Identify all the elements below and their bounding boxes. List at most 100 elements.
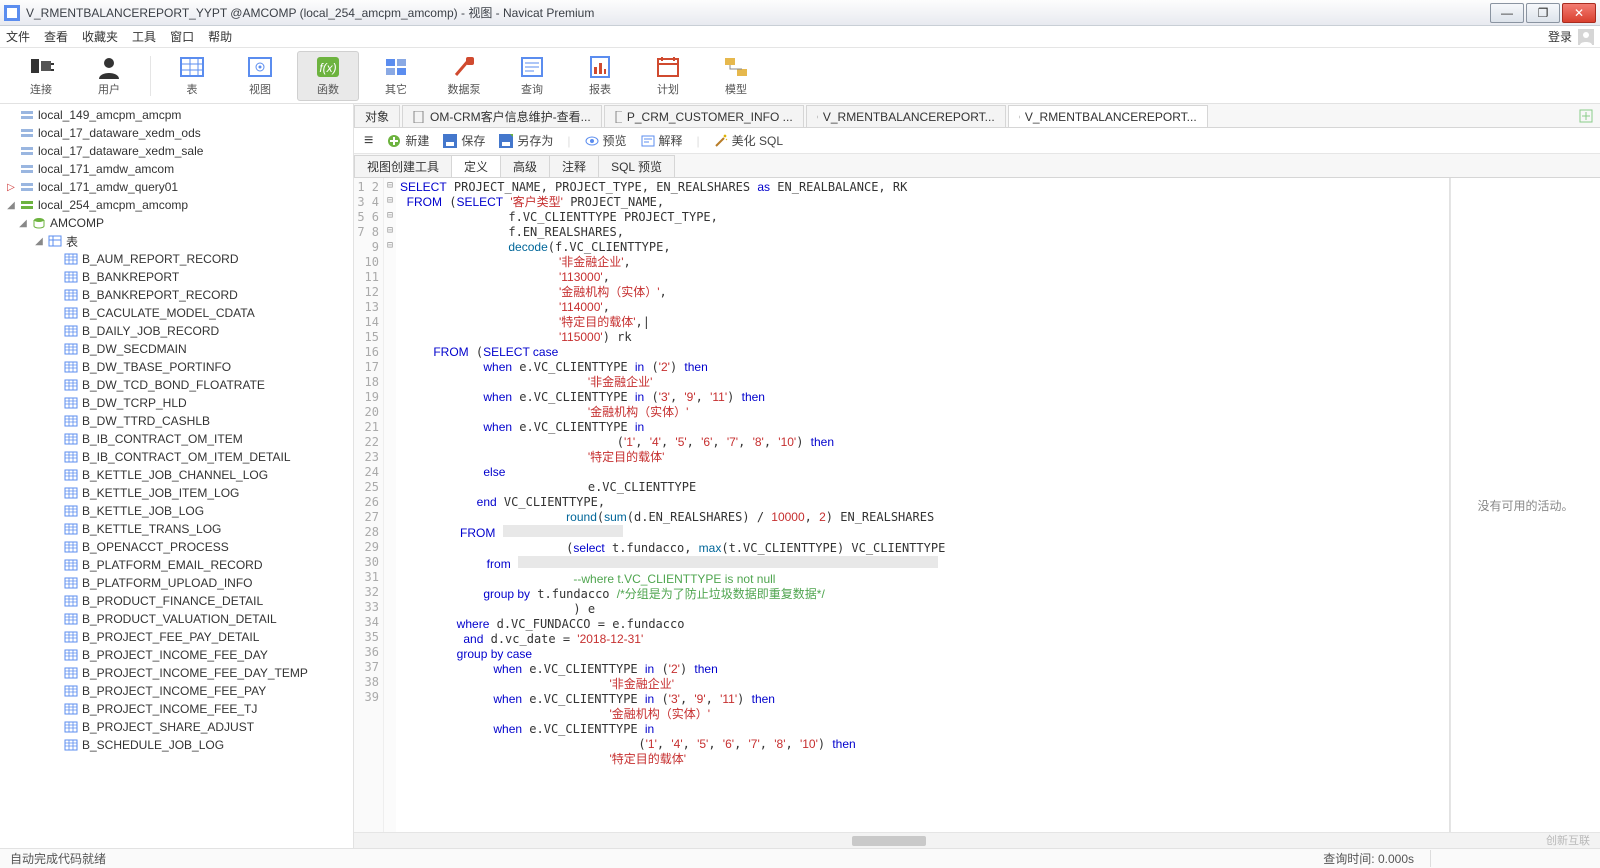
explain-button[interactable]: 解释 [641,132,683,149]
toolbar-pump[interactable]: 数据泵 [433,51,495,101]
editor-tabs: 对象OM-CRM客户信息维护-查看...P_CRM_CUSTOMER_INFO … [354,104,1600,128]
toolbar-model[interactable]: 模型 [705,51,767,101]
editor-tab[interactable]: 对象 [354,105,400,127]
toolbar-plan[interactable]: 计划 [637,51,699,101]
saveas-icon [499,134,513,148]
connection-item[interactable]: ▷local_171_amdw_query01 [0,178,353,196]
editor-tab[interactable]: P_CRM_CUSTOMER_INFO ... [604,105,804,127]
menu-favorites[interactable]: 收藏夹 [82,28,118,45]
tables-folder[interactable]: ◢表 [0,232,353,250]
subtab[interactable]: 高级 [500,155,550,177]
connection-item[interactable]: local_171_amdw_amcom [0,160,353,178]
table-item[interactable]: B_DW_TCRP_HLD [0,394,353,412]
connection-item[interactable]: local_17_dataware_xedm_ods [0,124,353,142]
toolbar-other[interactable]: 其它 [365,51,427,101]
table-icon [64,432,78,446]
schema-item[interactable]: ◢AMCOMP [0,214,353,232]
table-item[interactable]: B_PROJECT_INCOME_FEE_PAY [0,682,353,700]
table-item[interactable]: B_PROJECT_INCOME_FEE_TJ [0,700,353,718]
table-item[interactable]: B_IB_CONTRACT_OM_ITEM_DETAIL [0,448,353,466]
editor-tab[interactable]: V_RMENTBALANCEREPORT... [1008,105,1208,127]
sql-editor[interactable]: 1 2 3 4 5 6 7 8 9 10 11 12 13 14 15 16 1… [354,178,1450,832]
editor-tab[interactable]: V_RMENTBALANCEREPORT... [806,105,1006,127]
connection-item[interactable]: local_17_dataware_xedm_sale [0,142,353,160]
table-item[interactable]: B_KETTLE_JOB_CHANNEL_LOG [0,466,353,484]
expand-toggle[interactable]: ◢ [34,236,44,247]
table-item[interactable]: B_PRODUCT_VALUATION_DETAIL [0,610,353,628]
table-item[interactable]: B_KETTLE_JOB_LOG [0,502,353,520]
table-item[interactable]: B_DW_TBASE_PORTINFO [0,358,353,376]
toolbar-fx[interactable]: f(x)函数 [297,51,359,101]
hamburger-button[interactable]: ≡ [364,132,373,150]
save-button[interactable]: 保存 [443,132,485,149]
scroll-thumb[interactable] [852,836,926,846]
status-query-time: 查询时间: 0.000s [1323,850,1414,867]
menu-bar: 文件 查看 收藏夹 工具 窗口 帮助 登录 [0,26,1600,48]
preview-button[interactable]: 预览 [585,132,627,149]
table-item[interactable]: B_AUM_REPORT_RECORD [0,250,353,268]
table-item[interactable]: B_PROJECT_FEE_PAY_DETAIL [0,628,353,646]
horizontal-scrollbar[interactable] [354,832,1600,848]
table-icon [64,504,78,518]
table-item[interactable]: B_SCHEDULE_JOB_LOG [0,736,353,754]
connection-item[interactable]: local_149_amcpm_amcpm [0,106,353,124]
view-icon [817,111,818,123]
expand-toggle[interactable]: ◢ [6,200,16,211]
fold-gutter[interactable]: ⊟ ⊟ ⊟ ⊟ ⊟ [384,178,396,832]
table-item[interactable]: B_DW_SECDMAIN [0,340,353,358]
table-item[interactable]: B_PROJECT_SHARE_ADJUST [0,718,353,736]
table-item[interactable]: B_IB_CONTRACT_OM_ITEM [0,430,353,448]
table-icon [64,324,78,338]
table-item[interactable]: B_DW_TCD_BOND_FLOATRATE [0,376,353,394]
expand-toggle[interactable]: ▷ [6,182,16,193]
toolbar-view[interactable]: 视图 [229,51,291,101]
connection-icon [20,108,34,122]
table-icon [64,342,78,356]
wand-icon [714,134,728,148]
menu-tools[interactable]: 工具 [132,28,156,45]
code-area[interactable]: SELECT PROJECT_NAME, PROJECT_TYPE, EN_RE… [396,178,1449,832]
menu-view[interactable]: 查看 [44,28,68,45]
table-icon [64,270,78,284]
table-item[interactable]: B_OPENACCT_PROCESS [0,538,353,556]
subtab[interactable]: SQL 预览 [598,155,675,177]
connection-item[interactable]: ◢local_254_amcpm_amcomp [0,196,353,214]
beautify-button[interactable]: 美化 SQL [714,132,783,149]
connection-tree[interactable]: local_149_amcpm_amcpmlocal_17_dataware_x… [0,104,354,848]
subtab[interactable]: 注释 [549,155,599,177]
table-item[interactable]: B_CACULATE_MODEL_CDATA [0,304,353,322]
menu-help[interactable]: 帮助 [208,28,232,45]
activity-pane: 没有可用的活动。 [1450,178,1600,832]
table-item[interactable]: B_PROJECT_INCOME_FEE_DAY_TEMP [0,664,353,682]
expand-toggle[interactable]: ◢ [18,218,28,229]
table-item[interactable]: B_PLATFORM_EMAIL_RECORD [0,556,353,574]
new-button[interactable]: 新建 [387,132,429,149]
new-tab-button[interactable] [1572,105,1600,127]
table-item[interactable]: B_DAILY_JOB_RECORD [0,322,353,340]
table-item[interactable]: B_PRODUCT_FINANCE_DETAIL [0,592,353,610]
login-link[interactable]: 登录 [1548,28,1594,45]
plus-tab-icon [1579,109,1593,123]
toolbar-plug[interactable]: 连接 [10,51,72,101]
subtab[interactable]: 视图创建工具 [354,155,452,177]
table-icon [64,306,78,320]
subtab[interactable]: 定义 [451,155,501,177]
menu-window[interactable]: 窗口 [170,28,194,45]
table-item[interactable]: B_PROJECT_INCOME_FEE_DAY [0,646,353,664]
maximize-button[interactable]: ❐ [1526,3,1560,23]
menu-file[interactable]: 文件 [6,28,30,45]
minimize-button[interactable]: — [1490,3,1524,23]
toolbar-table[interactable]: 表 [161,51,223,101]
table-item[interactable]: B_KETTLE_JOB_ITEM_LOG [0,484,353,502]
table-item[interactable]: B_BANKREPORT_RECORD [0,286,353,304]
toolbar-query[interactable]: 查询 [501,51,563,101]
toolbar-user[interactable]: 用户 [78,51,140,101]
table-item[interactable]: B_DW_TTRD_CASHLB [0,412,353,430]
table-item[interactable]: B_KETTLE_TRANS_LOG [0,520,353,538]
table-item[interactable]: B_BANKREPORT [0,268,353,286]
saveas-button[interactable]: 另存为 [499,132,553,149]
close-button[interactable]: ✕ [1562,3,1596,23]
toolbar-report[interactable]: 报表 [569,51,631,101]
editor-tab[interactable]: OM-CRM客户信息维护-查看... [402,105,602,127]
table-item[interactable]: B_PLATFORM_UPLOAD_INFO [0,574,353,592]
